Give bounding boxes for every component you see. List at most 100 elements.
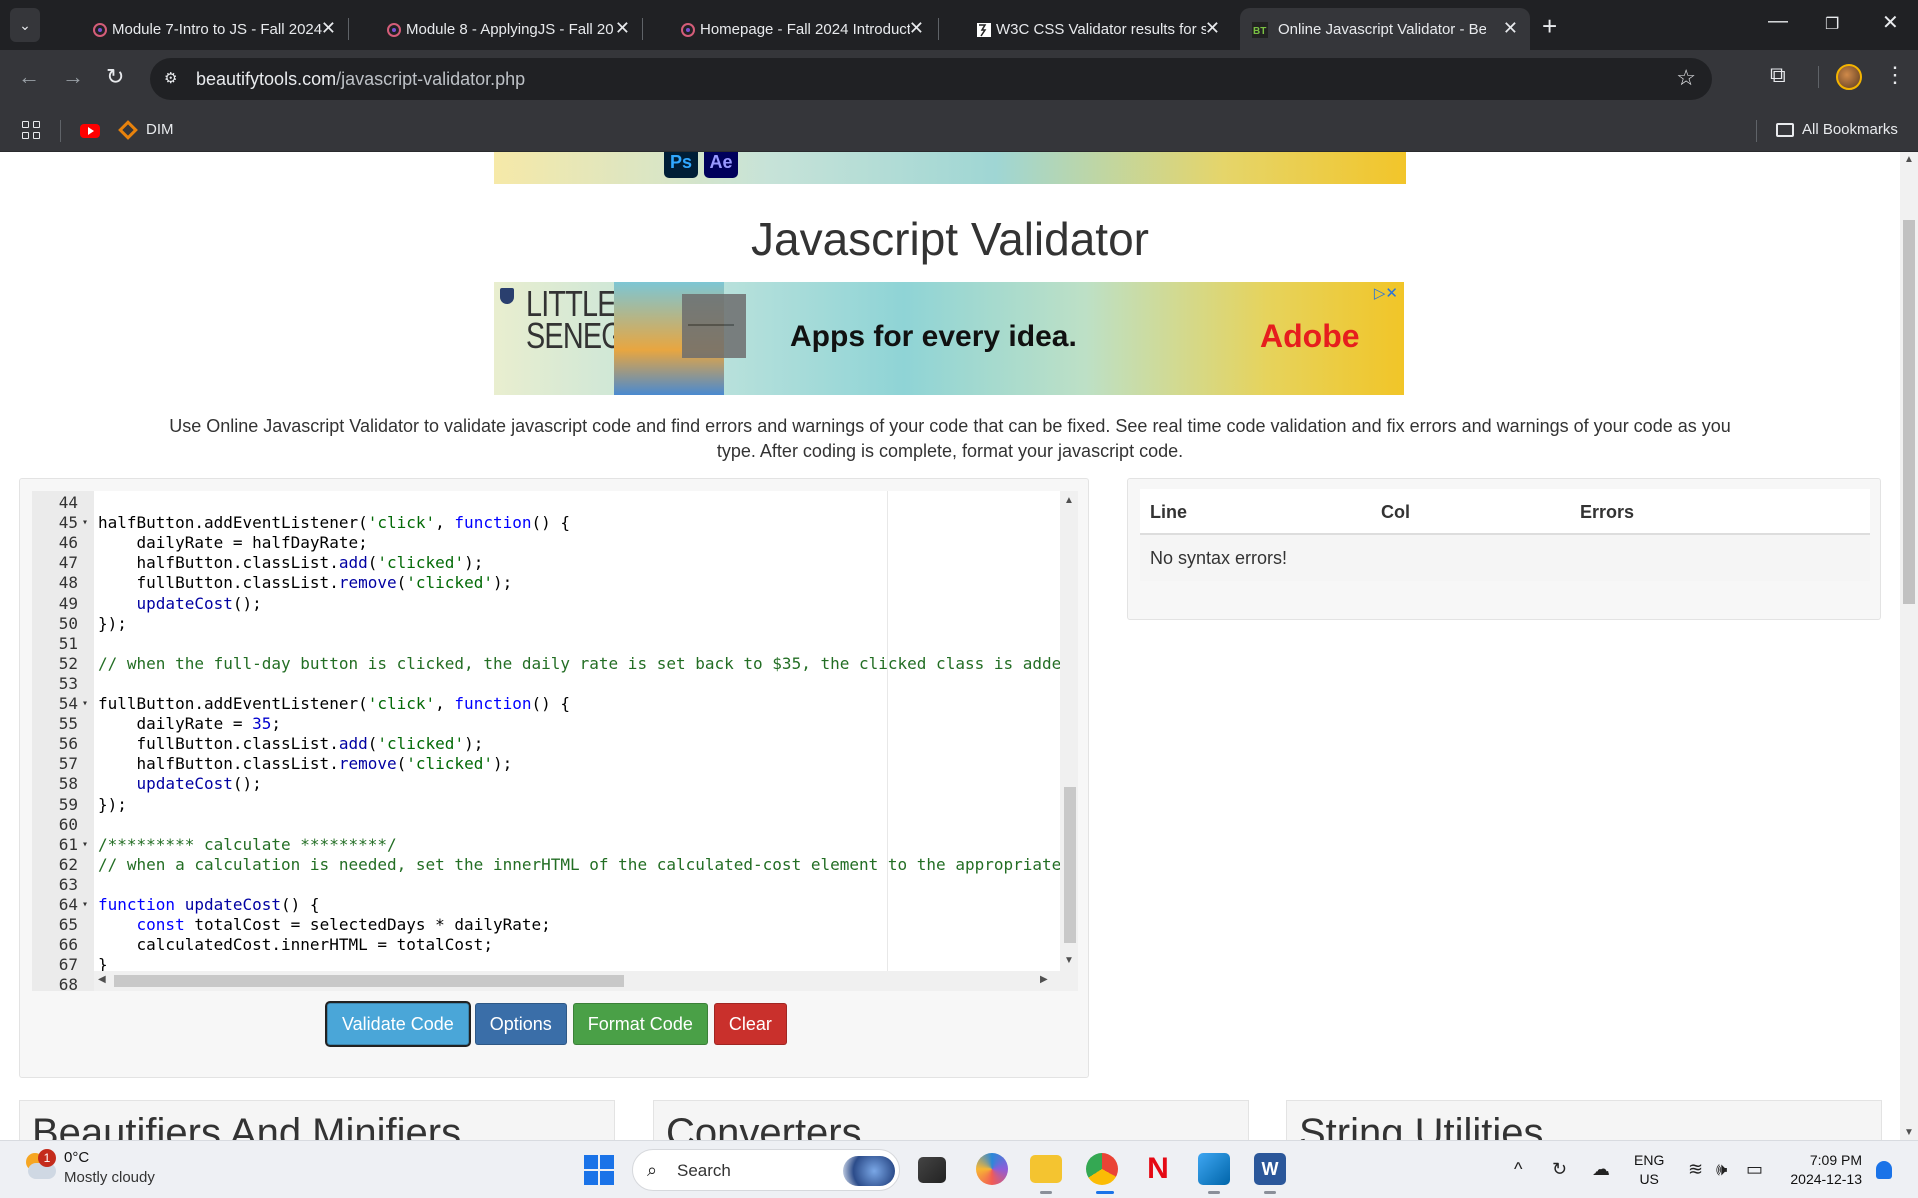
onedrive-icon[interactable]: ☁	[1592, 1159, 1610, 1180]
restore-icon[interactable]: ❐	[1825, 14, 1839, 34]
options-button[interactable]: Options	[474, 1003, 567, 1045]
no-errors-message: No syntax errors!	[1150, 548, 1288, 568]
editor-scroll-thumb[interactable]	[1064, 787, 1076, 943]
window-close-icon[interactable]: ✕	[1882, 10, 1899, 35]
tab-homepage[interactable]: Homepage - Fall 2024 Introduct ✕	[644, 8, 936, 50]
scroll-up-icon[interactable]: ▲	[1904, 154, 1914, 165]
close-icon[interactable]: ✕	[321, 18, 336, 39]
page-scroll-thumb[interactable]	[1903, 220, 1915, 604]
file-explorer-icon[interactable]	[1030, 1155, 1062, 1183]
code-line[interactable]: 51	[32, 634, 1072, 654]
address-bar[interactable]: ⚙ beautifytools.com/javascript-validator…	[150, 58, 1712, 100]
code-line[interactable]: 53	[32, 674, 1072, 694]
code-line[interactable]: 64 ▾ function updateCost() {	[32, 895, 1072, 915]
fold-arrow-icon[interactable]: ▾	[82, 513, 88, 533]
editor-vertical-scrollbar[interactable]: ▲ ▼	[1060, 491, 1078, 971]
code-line[interactable]: 62 // when a calculation is needed, set t…	[32, 855, 1072, 875]
code-line[interactable]: 60	[32, 815, 1072, 835]
code-line[interactable]: 58 updateCost();	[32, 774, 1072, 794]
scroll-right-icon[interactable]: ▶	[1040, 974, 1048, 985]
code-line[interactable]: 44	[32, 493, 1072, 513]
tab-module-8[interactable]: Module 8 - ApplyingJS - Fall 20 ✕	[350, 8, 642, 50]
wifi-icon[interactable]: ≋	[1688, 1159, 1703, 1180]
code-text: fullButton.addEventListener('click', fun…	[98, 694, 571, 713]
taskbar-search[interactable]: ⌕ Search	[632, 1149, 900, 1191]
volume-icon[interactable]: 🕪	[1716, 1159, 1727, 1180]
clear-button[interactable]: Clear	[713, 1003, 787, 1045]
sync-icon[interactable]: ↻	[1552, 1159, 1567, 1180]
chrome-icon[interactable]	[1086, 1153, 1118, 1185]
copilot-icon[interactable]	[976, 1153, 1008, 1185]
system-clock[interactable]: 7:09 PM 2024-12-13	[1782, 1151, 1862, 1189]
windows-start-icon[interactable]	[584, 1155, 614, 1185]
vscode-icon[interactable]	[1198, 1153, 1230, 1185]
code-line[interactable]: 46 dailyRate = halfDayRate;	[32, 533, 1072, 553]
bookmark-star-icon[interactable]: ☆	[1676, 65, 1696, 91]
reload-icon[interactable]: ↻	[106, 64, 124, 90]
top-ad-banner[interactable]: Ps Ae	[494, 152, 1406, 184]
format-code-button[interactable]: Format Code	[572, 1003, 708, 1045]
youtube-icon[interactable]	[80, 124, 100, 138]
code-line[interactable]: 45 ▾ halfButton.addEventListener('click', …	[32, 513, 1072, 533]
code-line[interactable]: 61 ▾ /********* calculate *********/	[32, 835, 1072, 855]
tab-module-7[interactable]: Module 7-Intro to JS - Fall 2024 ✕	[56, 8, 348, 50]
card-string-utilities[interactable]: String Utilities	[1286, 1100, 1882, 1140]
weather-temp[interactable]: 0°C	[64, 1149, 89, 1166]
scroll-down-icon[interactable]: ▼	[1904, 1127, 1914, 1138]
code-line[interactable]: 52 // when the full-day button is clicked…	[32, 654, 1072, 674]
code-line[interactable]: 57 halfButton.classList.remove('clicked'…	[32, 754, 1072, 774]
forward-arrow-icon[interactable]: →	[62, 64, 84, 90]
all-bookmarks-button[interactable]: All Bookmarks	[1776, 121, 1898, 138]
fold-arrow-icon[interactable]: ▾	[82, 835, 88, 855]
chevron-up-icon[interactable]: ^	[1514, 1159, 1522, 1180]
bookmark-dim[interactable]: DIM	[146, 121, 174, 138]
code-line[interactable]: 47 halfButton.classList.add('clicked');	[32, 553, 1072, 573]
battery-icon[interactable]: ▭	[1746, 1159, 1763, 1180]
editor-horizontal-scrollbar[interactable]: ◀ ▶	[94, 971, 1078, 991]
code-line[interactable]: 65 const totalCost = selectedDays * dail…	[32, 915, 1072, 935]
language-indicator[interactable]: ENG US	[1634, 1151, 1664, 1189]
weather-condition[interactable]: Mostly cloudy	[64, 1169, 155, 1186]
profile-avatar[interactable]	[1836, 64, 1862, 90]
close-icon[interactable]: ✕	[615, 18, 630, 39]
tab-search-button[interactable]: ⌄	[10, 8, 40, 42]
validate-code-button[interactable]: Validate Code	[327, 1003, 469, 1045]
ad-choices-icon[interactable]: ▷✕	[1374, 284, 1398, 302]
code-line[interactable]: 66 calculatedCost.innerHTML = totalCost;	[32, 935, 1072, 955]
task-view-icon[interactable]	[918, 1157, 946, 1183]
scroll-up-icon[interactable]: ▲	[1064, 495, 1074, 506]
code-editor[interactable]: 44 45 ▾ halfButton.addEventListener('click'…	[32, 491, 1078, 991]
minimize-icon[interactable]: —	[1768, 10, 1788, 33]
close-icon[interactable]: ✕	[909, 18, 924, 39]
apps-grid-icon[interactable]	[22, 121, 40, 139]
code-line[interactable]: 63	[32, 875, 1072, 895]
code-line[interactable]: 55 dailyRate = 35;	[32, 714, 1072, 734]
tab-js-validator[interactable]: BT Online Javascript Validator - Be ✕	[1240, 8, 1530, 50]
scroll-down-icon[interactable]: ▼	[1064, 955, 1074, 966]
extensions-icon[interactable]: ⧉	[1770, 62, 1786, 88]
back-arrow-icon[interactable]: ←	[18, 64, 40, 90]
menu-kebab-icon[interactable]: ⋮	[1884, 62, 1906, 88]
new-tab-button[interactable]: +	[1542, 11, 1557, 42]
close-icon[interactable]: ✕	[1205, 18, 1220, 39]
fold-arrow-icon[interactable]: ▾	[82, 694, 88, 714]
netflix-icon[interactable]: N	[1142, 1153, 1174, 1185]
card-converters[interactable]: Converters	[653, 1100, 1249, 1140]
notification-bell-icon[interactable]	[1876, 1161, 1892, 1179]
scroll-left-icon[interactable]: ◀	[98, 974, 106, 985]
adobe-ad-banner[interactable]: LITTLE SENEGAL Apps for every idea. Adob…	[494, 282, 1404, 395]
code-line[interactable]: 59});	[32, 795, 1072, 815]
editor-hscroll-thumb[interactable]	[114, 975, 624, 987]
close-icon[interactable]: ✕	[1503, 18, 1518, 39]
code-line[interactable]: 56 fullButton.classList.add('clicked');	[32, 734, 1072, 754]
code-line[interactable]: 54 ▾ fullButton.addEventListener('click', …	[32, 694, 1072, 714]
code-line[interactable]: 49 updateCost();	[32, 594, 1072, 614]
tab-w3c-validator[interactable]: W3C CSS Validator results for st ✕	[940, 8, 1232, 50]
page-vertical-scrollbar[interactable]: ▲ ▼	[1900, 152, 1918, 1140]
code-line[interactable]: 50});	[32, 614, 1072, 634]
fold-arrow-icon[interactable]: ▾	[82, 895, 88, 915]
code-line[interactable]: 48 fullButton.classList.remove('clicked'…	[32, 573, 1072, 593]
word-icon[interactable]: W	[1254, 1153, 1286, 1185]
card-beautifiers[interactable]: Beautifiers And Minifiers	[19, 1100, 615, 1140]
site-settings-icon[interactable]: ⚙	[164, 69, 182, 87]
